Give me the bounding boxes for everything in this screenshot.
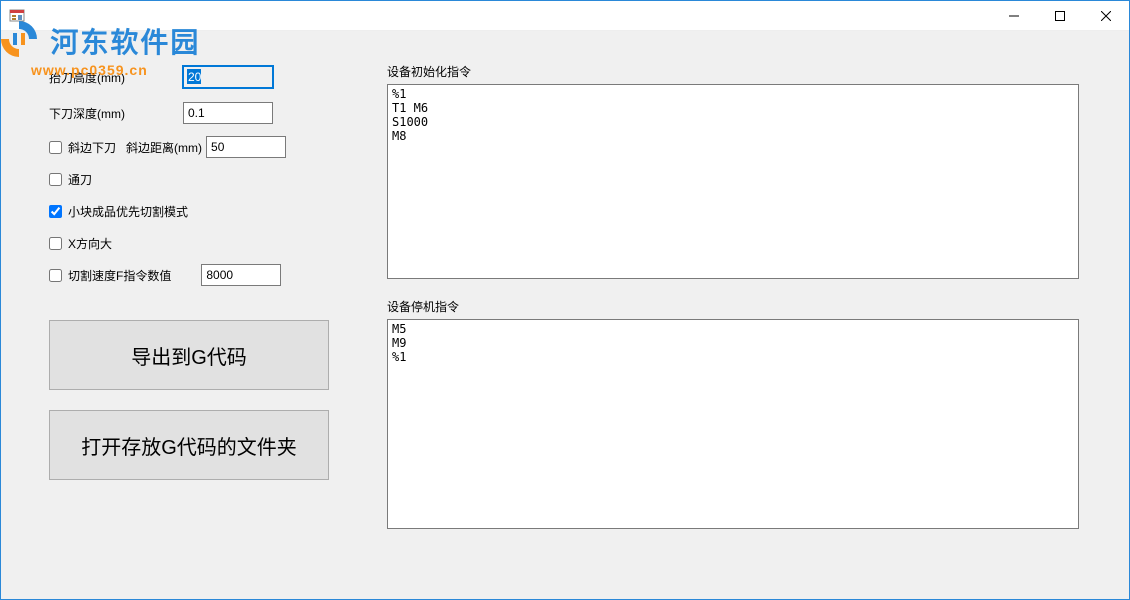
- open-gcode-folder-label: 打开存放G代码的文件夹: [81, 431, 297, 460]
- close-button[interactable]: [1083, 1, 1129, 31]
- app-icon: [9, 8, 25, 24]
- init-cmd-textarea[interactable]: [387, 84, 1079, 279]
- client-area: 河东软件园 www.pc0359.cn 抬刀高度(mm) // override…: [1, 31, 1129, 599]
- titlebar: [1, 1, 1129, 31]
- through-cut-checkbox[interactable]: [49, 173, 62, 186]
- export-gcode-label: 导出到G代码: [131, 341, 247, 370]
- left-panel: 抬刀高度(mm) // override so selected text re…: [49, 66, 359, 500]
- lift-height-label: 抬刀高度(mm): [49, 69, 179, 86]
- right-panel: 设备初始化指令 设备停机指令: [387, 63, 1081, 548]
- x-direction-large-checkbox[interactable]: [49, 237, 62, 250]
- cut-depth-label: 下刀深度(mm): [49, 105, 179, 122]
- cut-speed-f-input[interactable]: [201, 264, 281, 286]
- minimize-button[interactable]: [991, 1, 1037, 31]
- through-cut-label: 通刀: [68, 171, 92, 188]
- cut-depth-input[interactable]: [183, 102, 273, 124]
- cut-speed-f-checkbox[interactable]: [49, 269, 62, 282]
- init-cmd-label: 设备初始化指令: [387, 63, 1081, 80]
- cut-speed-f-label: 切割速度F指令数值: [68, 267, 171, 284]
- lift-height-input[interactable]: [183, 66, 273, 88]
- bevel-distance-input[interactable]: [206, 136, 286, 158]
- export-gcode-button[interactable]: 导出到G代码: [49, 320, 329, 390]
- x-direction-large-label: X方向大: [68, 235, 112, 252]
- maximize-button[interactable]: [1037, 1, 1083, 31]
- app-window: 河东软件园 www.pc0359.cn 抬刀高度(mm) // override…: [0, 0, 1130, 600]
- bevel-cut-label: 斜边下刀: [68, 139, 116, 156]
- bevel-cut-checkbox[interactable]: [49, 141, 62, 154]
- open-gcode-folder-button[interactable]: 打开存放G代码的文件夹: [49, 410, 329, 480]
- bevel-distance-label: 斜边距离(mm): [126, 139, 202, 156]
- small-piece-priority-label: 小块成品优先切割模式: [68, 203, 188, 220]
- small-piece-priority-checkbox[interactable]: [49, 205, 62, 218]
- stop-cmd-textarea[interactable]: [387, 319, 1079, 529]
- stop-cmd-label: 设备停机指令: [387, 298, 1081, 315]
